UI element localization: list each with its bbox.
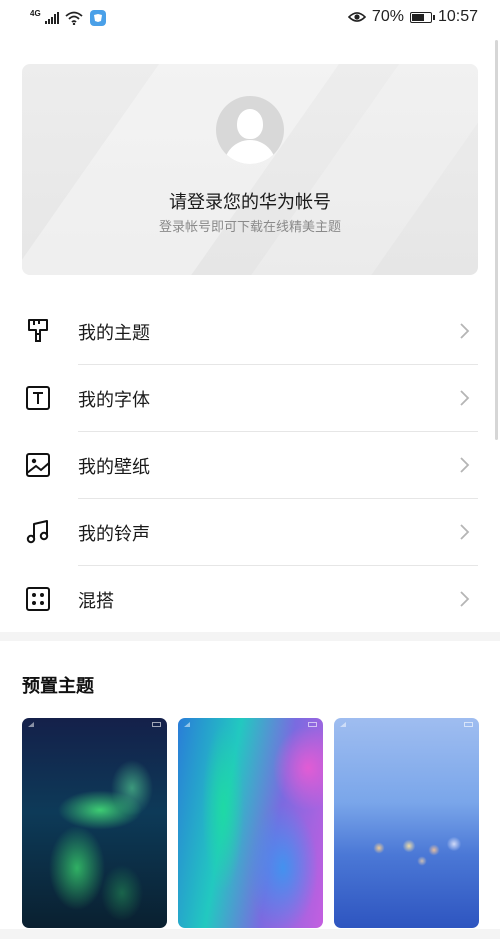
network-type: 4G xyxy=(30,8,41,18)
account-login-card[interactable]: 请登录您的华为帐号 登录帐号即可下载在线精美主题 xyxy=(22,64,478,275)
status-left: 4G xyxy=(30,8,106,26)
app-notification-icon xyxy=(89,10,106,26)
preset-themes-title: 预置主题 xyxy=(22,676,94,697)
status-right: 70% 10:57 xyxy=(347,8,478,26)
dice-grid-icon xyxy=(26,587,50,611)
menu-item-my-themes[interactable]: 我的主题 xyxy=(0,298,500,365)
menu-list: 我的主题 我的字体 我的壁纸 我的铃声 混搭 xyxy=(0,298,500,633)
mini-status-bar xyxy=(340,722,473,727)
chevron-right-icon xyxy=(460,524,470,540)
theme-thumbnail-bokeh[interactable] xyxy=(334,718,479,928)
menu-item-mix-match[interactable]: 混搭 xyxy=(0,566,500,633)
login-title: 请登录您的华为帐号 xyxy=(169,192,331,213)
eye-comfort-icon xyxy=(347,12,366,22)
chevron-right-icon xyxy=(460,323,470,339)
menu-label: 混搭 xyxy=(78,591,114,612)
music-note-icon xyxy=(26,520,49,544)
battery-percent: 70% xyxy=(371,8,404,25)
signal-icon xyxy=(44,12,59,24)
bottom-nav-edge xyxy=(0,929,500,939)
chevron-right-icon xyxy=(460,457,470,473)
chevron-right-icon xyxy=(460,591,470,607)
menu-label: 我的主题 xyxy=(78,323,150,344)
menu-label: 我的字体 xyxy=(78,390,150,411)
picture-icon xyxy=(26,453,50,477)
login-subtitle: 登录帐号即可下载在线精美主题 xyxy=(158,220,341,235)
clock: 10:57 xyxy=(437,8,478,25)
avatar[interactable] xyxy=(216,96,284,164)
theme-thumbnail-gradient[interactable] xyxy=(178,718,323,928)
mini-status-bar xyxy=(28,722,161,727)
text-font-icon xyxy=(26,386,50,410)
section-separator xyxy=(0,632,500,641)
menu-label: 我的铃声 xyxy=(78,524,150,545)
mini-status-bar xyxy=(184,722,317,727)
battery-fill xyxy=(411,13,424,21)
status-bar: 4G 70% 10:57 xyxy=(0,0,500,40)
wifi-icon xyxy=(65,11,83,25)
menu-item-my-wallpapers[interactable]: 我的壁纸 xyxy=(0,432,500,499)
menu-item-my-ringtones[interactable]: 我的铃声 xyxy=(0,499,500,566)
chevron-right-icon xyxy=(460,390,470,406)
theme-thumbnail-aurora[interactable] xyxy=(22,718,167,928)
battery-icon xyxy=(409,11,435,23)
menu-item-my-fonts[interactable]: 我的字体 xyxy=(0,365,500,432)
paint-brush-icon xyxy=(28,319,48,342)
menu-label: 我的壁纸 xyxy=(78,457,150,478)
